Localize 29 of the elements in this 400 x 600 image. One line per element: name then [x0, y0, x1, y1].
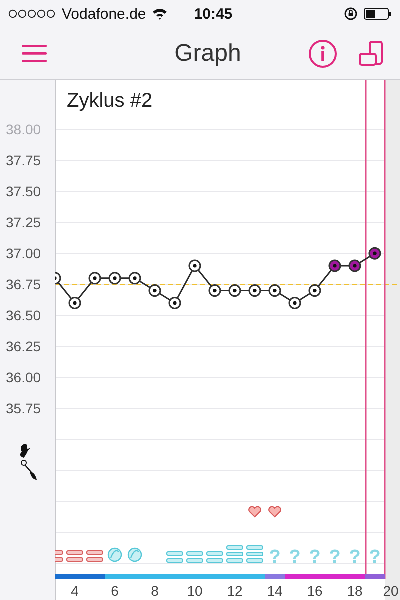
carrier-name: Vodafone.de [62, 6, 146, 22]
unknown-mark: ? [309, 547, 321, 568]
unknown-mark: ? [269, 547, 281, 568]
axis-label: 6 [111, 583, 119, 599]
axis-label: 36.75 [6, 276, 42, 293]
axis-label: 37.75 [6, 152, 42, 169]
axis-label: 16 [307, 583, 323, 599]
axis-label: 35.75 [6, 400, 42, 417]
axis-label: 10 [187, 583, 203, 599]
status-time: 10:45 [194, 6, 233, 22]
axis-label: 37.25 [6, 214, 42, 231]
axis-label: 37.00 [6, 246, 42, 262]
unknown-mark: ? [369, 547, 381, 568]
axis-label: 38.00 [6, 122, 42, 138]
axis-label: 18 [347, 583, 363, 599]
unknown-mark: ? [349, 547, 361, 568]
axis-label: 36.50 [6, 308, 42, 324]
screen-title: Graph [174, 40, 242, 68]
axis-label: 36.00 [6, 370, 42, 386]
chart-title: Zyklus #2 [67, 90, 153, 112]
unknown-mark: ? [329, 547, 341, 568]
axis-label: 14 [267, 583, 283, 599]
axis-label: 8 [151, 583, 159, 599]
axis-label: 20 [383, 583, 399, 599]
axis-label: 12 [227, 583, 243, 599]
axis-label: 36.25 [6, 338, 42, 355]
axis-label: 37.50 [6, 184, 42, 200]
axis-label: 4 [71, 583, 79, 599]
unknown-mark: ? [289, 547, 301, 568]
